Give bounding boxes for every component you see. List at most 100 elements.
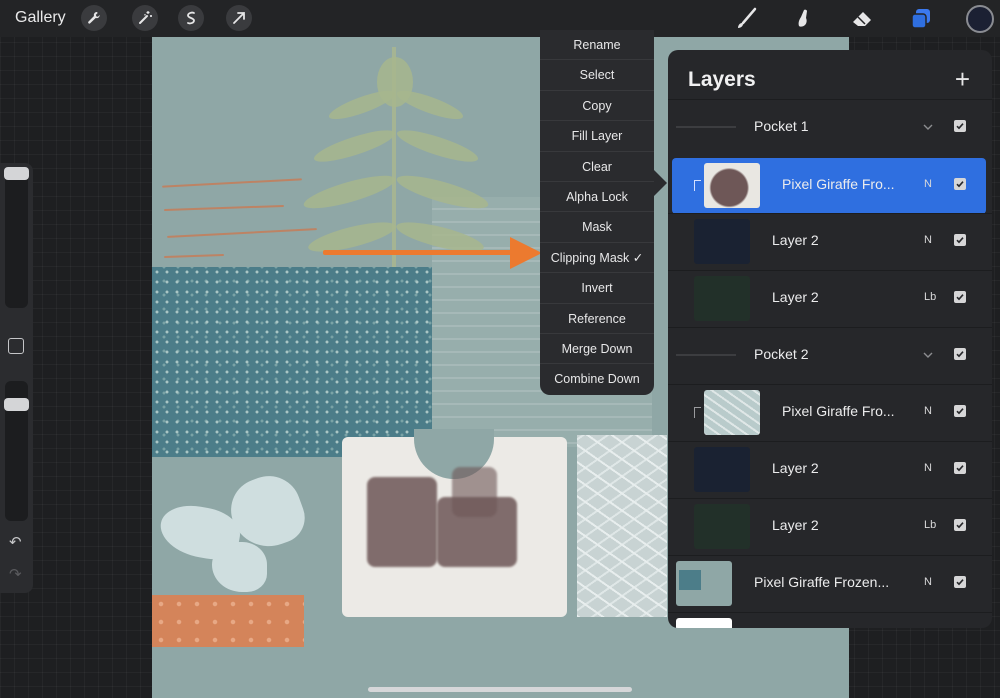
layer-name: Layer 2 xyxy=(772,289,819,305)
brush-size-slider[interactable] xyxy=(5,171,28,308)
layer-thumbnail xyxy=(694,504,750,549)
menu-item-clipping-mask[interactable]: Clipping Mask ✓ xyxy=(540,243,654,274)
annotation-arrow-head xyxy=(510,237,542,269)
layer-thumbnail xyxy=(694,447,750,492)
chevron-down-icon[interactable] xyxy=(922,348,934,360)
brush-size-thumb[interactable] xyxy=(4,167,29,180)
group-divider xyxy=(676,126,736,128)
blend-mode-button[interactable]: N xyxy=(924,405,932,417)
layer-name: Layer 2 xyxy=(772,460,819,476)
visibility-checkbox[interactable] xyxy=(954,120,966,132)
selection-icon[interactable] xyxy=(178,5,204,31)
smudge-icon[interactable] xyxy=(790,6,816,32)
layer-row[interactable]: Pixel Giraffe Fro... N xyxy=(668,384,992,440)
fern-leaf xyxy=(301,169,398,215)
layer-row[interactable]: Pixel Giraffe Fro... N xyxy=(672,158,986,214)
add-layer-button[interactable]: + xyxy=(955,64,970,95)
left-sidebar: ↶ ↷ xyxy=(0,163,33,593)
group-divider xyxy=(676,354,736,356)
layer-thumbnail xyxy=(676,561,732,606)
menu-item-merge-down[interactable]: Merge Down xyxy=(540,334,654,365)
visibility-checkbox[interactable] xyxy=(954,405,966,417)
layers-panel: Layers + Pocket 1 Pixel Giraffe Fro... N La… xyxy=(668,50,992,628)
visibility-checkbox[interactable] xyxy=(954,576,966,588)
clipping-indicator-icon xyxy=(694,180,701,191)
layer-row[interactable]: Layer 2 Lb xyxy=(668,498,992,554)
menu-item-invert[interactable]: Invert xyxy=(540,273,654,304)
layer-thumbnail xyxy=(676,618,732,628)
fern-leaf xyxy=(311,124,398,168)
undo-icon[interactable]: ↶ xyxy=(9,533,22,551)
paint-smear xyxy=(367,477,437,567)
handwriting-line xyxy=(164,204,284,212)
layers-title: Layers xyxy=(688,68,756,91)
blend-mode-button[interactable]: N xyxy=(924,462,932,474)
fern-leaf xyxy=(377,57,413,107)
menu-item-mask[interactable]: Mask xyxy=(540,212,654,243)
handwriting-line xyxy=(163,253,225,259)
menu-item-copy[interactable]: Copy xyxy=(540,91,654,122)
top-toolbar: Gallery xyxy=(0,0,1000,37)
menu-item-fill-layer[interactable]: Fill Layer xyxy=(540,121,654,152)
brush-icon[interactable] xyxy=(733,6,759,32)
handwriting-line xyxy=(167,228,317,238)
fern-leaf xyxy=(394,124,481,168)
layer-group-row[interactable]: Pocket 1 xyxy=(668,99,992,155)
menu-pointer xyxy=(654,170,667,196)
layer-name: Pixel Giraffe Frozen... xyxy=(754,574,889,590)
layer-name: Pixel Giraffe Fro... xyxy=(782,176,895,192)
layer-name: Pocket 1 xyxy=(754,118,809,134)
home-indicator xyxy=(368,687,632,692)
visibility-checkbox[interactable] xyxy=(954,462,966,474)
layer-thumbnail xyxy=(704,390,760,435)
layer-name: Layer 2 xyxy=(772,232,819,248)
menu-item-alpha-lock[interactable]: Alpha Lock xyxy=(540,182,654,213)
visibility-checkbox[interactable] xyxy=(954,519,966,531)
blend-mode-button[interactable]: N xyxy=(924,234,932,246)
menu-item-rename[interactable]: Rename xyxy=(540,30,654,61)
layer-row[interactable]: Layer 2 Lb xyxy=(668,270,992,326)
gallery-button[interactable]: Gallery xyxy=(15,9,66,27)
eraser-icon[interactable] xyxy=(849,6,875,32)
layer-name: Layer 2 xyxy=(772,517,819,533)
clipping-indicator-icon xyxy=(694,407,701,418)
leaf-skeleton-card xyxy=(577,435,667,617)
color-picker-button[interactable] xyxy=(966,5,994,33)
patterned-fabric xyxy=(152,267,432,457)
layer-name: Pocket 2 xyxy=(754,346,809,362)
layer-group-row[interactable]: Pocket 2 xyxy=(668,327,992,383)
visibility-checkbox[interactable] xyxy=(954,348,966,360)
paint-smear xyxy=(452,467,497,517)
visibility-checkbox[interactable] xyxy=(954,178,966,190)
blend-mode-button[interactable]: Lb xyxy=(924,291,936,303)
chevron-down-icon[interactable] xyxy=(922,120,934,132)
visibility-checkbox[interactable] xyxy=(954,291,966,303)
layer-options-menu: Rename Select Copy Fill Layer Clear Alpha Loc… xyxy=(540,30,654,395)
visibility-checkbox[interactable] xyxy=(954,234,966,246)
modify-button[interactable] xyxy=(8,338,24,354)
menu-item-reference[interactable]: Reference xyxy=(540,304,654,334)
washi-tape xyxy=(152,595,304,647)
layer-name: Pixel Giraffe Fro... xyxy=(782,403,895,419)
annotation-arrow xyxy=(323,250,513,255)
blend-mode-button[interactable]: N xyxy=(924,178,932,190)
layer-thumbnail xyxy=(694,276,750,321)
blend-mode-button[interactable]: N xyxy=(924,576,932,588)
layer-row[interactable]: Layer 2 N xyxy=(668,441,992,497)
magic-wand-icon[interactable] xyxy=(132,5,158,31)
redo-icon[interactable]: ↷ xyxy=(9,565,22,583)
layer-row[interactable]: Pixel Giraffe Frozen... N xyxy=(668,555,992,611)
handwriting-line xyxy=(162,178,302,188)
background-layer-row[interactable]: Background color xyxy=(668,612,992,628)
menu-item-select[interactable]: Select xyxy=(540,60,654,91)
menu-item-clear[interactable]: Clear xyxy=(540,152,654,182)
wrench-icon[interactable] xyxy=(81,5,107,31)
transform-arrow-icon[interactable] xyxy=(226,5,252,31)
menu-item-combine-down[interactable]: Combine Down xyxy=(540,364,654,394)
layer-thumbnail xyxy=(704,163,760,208)
butterfly xyxy=(212,542,267,592)
layers-icon[interactable] xyxy=(908,6,934,32)
blend-mode-button[interactable]: Lb xyxy=(924,519,936,531)
layer-row[interactable]: Layer 2 N xyxy=(668,213,992,269)
opacity-thumb[interactable] xyxy=(4,398,29,411)
